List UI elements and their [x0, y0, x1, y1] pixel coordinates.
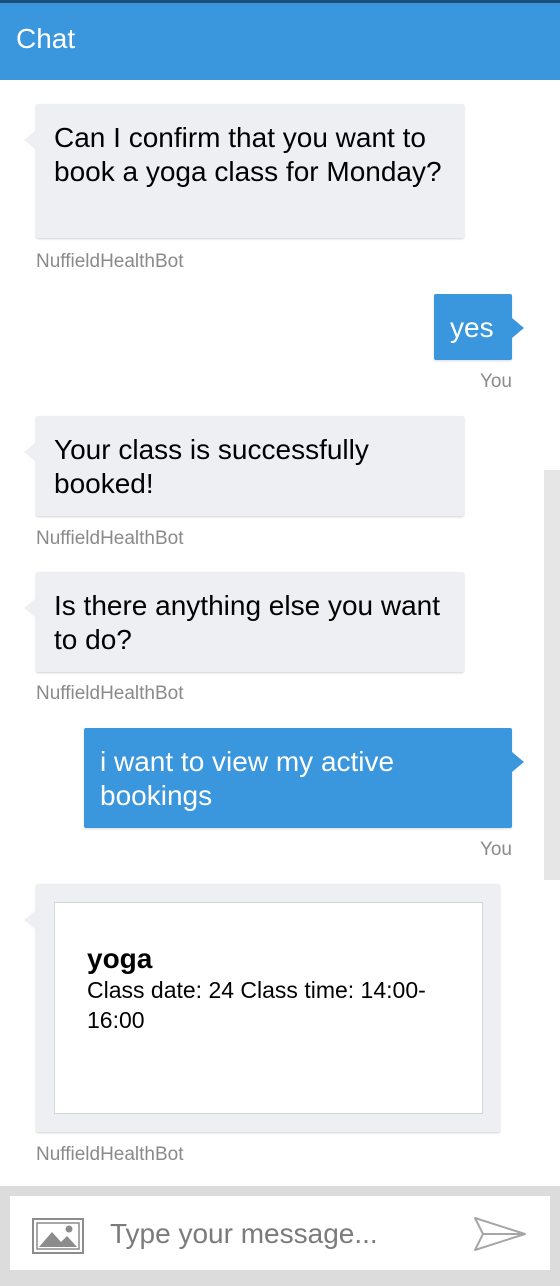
user-message: yes — [434, 294, 524, 360]
sender-label: You — [479, 839, 512, 860]
card-text: Class date: 24 Class time: 14:00-16:00 — [87, 977, 426, 1033]
sender-label: You — [479, 371, 512, 392]
chat-title: Chat — [16, 23, 76, 54]
message-text: Can I confirm that you want to book a yo… — [54, 122, 442, 187]
message-text: i want to view my active bookings — [100, 746, 395, 811]
bot-message: Is there anything else you want to do? — [24, 572, 464, 672]
bot-message: Can I confirm that you want to book a yo… — [24, 104, 464, 238]
user-message: i want to view my active bookings — [84, 728, 524, 828]
card-title: yoga — [87, 943, 153, 974]
send-icon[interactable] — [473, 1216, 527, 1257]
sender-label: NuffieldHealthBot — [36, 528, 184, 549]
message-text: Is there anything else you want to do? — [54, 590, 441, 655]
message-text: yes — [450, 312, 494, 343]
booking-card[interactable]: yoga Class date: 24 Class time: 14:00-16… — [54, 902, 483, 1114]
image-icon[interactable] — [32, 1218, 84, 1259]
chat-header: Chat — [0, 3, 560, 80]
bot-message: Your class is successfully booked! — [24, 416, 464, 516]
scrollbar[interactable] — [544, 470, 560, 880]
input-container — [10, 1196, 550, 1270]
sender-label: NuffieldHealthBot — [36, 1144, 184, 1165]
message-input[interactable] — [108, 1208, 452, 1260]
sender-label: NuffieldHealthBot — [36, 251, 184, 272]
sender-label: NuffieldHealthBot — [36, 683, 184, 704]
message-text: Your class is successfully booked! — [54, 434, 369, 499]
message-composer — [0, 1186, 560, 1286]
